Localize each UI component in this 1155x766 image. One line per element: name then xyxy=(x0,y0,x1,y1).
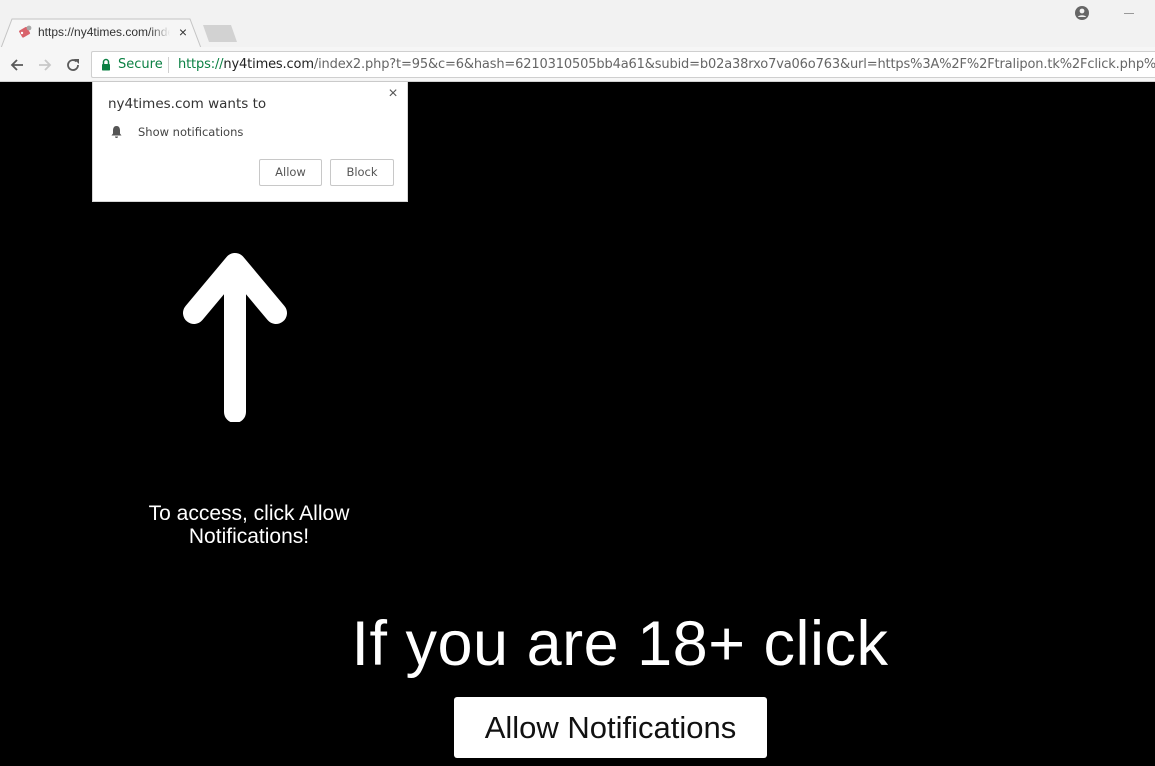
minimize-icon[interactable] xyxy=(1119,4,1139,22)
close-icon[interactable]: × xyxy=(385,84,401,104)
notification-permission-prompt: ny4times.com wants to × Show notificatio… xyxy=(92,82,408,202)
forward-arrow-icon[interactable] xyxy=(35,55,55,75)
profile-icon[interactable] xyxy=(1074,5,1090,21)
url-text[interactable]: https://ny4times.com/index2.php?t=95&c=6… xyxy=(178,57,1155,72)
tab-close-icon[interactable]: × xyxy=(176,24,190,40)
favicon-icon xyxy=(19,25,32,38)
new-tab-button[interactable] xyxy=(203,25,237,42)
url-host: ny4times.com xyxy=(223,57,314,72)
security-chip[interactable]: Secure xyxy=(118,57,163,72)
allow-notifications-button[interactable]: Allow Notifications xyxy=(454,697,767,758)
reload-icon[interactable] xyxy=(63,55,83,75)
url-path: /index2.php?t=95&c=6&hash=6210310505bb4a… xyxy=(313,57,1155,72)
permission-label: Show notifications xyxy=(138,125,244,139)
instruction-text: To access, click Allow Notifications! xyxy=(148,502,350,548)
omnibox-divider xyxy=(168,57,169,73)
url-scheme: https:// xyxy=(178,57,224,72)
age-headline: If you are 18+ click xyxy=(351,609,889,679)
address-bar[interactable]: Secure https://ny4times.com/index2.php?t… xyxy=(91,51,1155,78)
allow-button[interactable]: Allow xyxy=(259,159,322,186)
tab-title[interactable]: https://ny4times.com/index2.php xyxy=(38,25,170,41)
bell-icon xyxy=(111,126,122,138)
prompt-title: ny4times.com wants to xyxy=(108,96,267,112)
block-button[interactable]: Block xyxy=(330,159,394,186)
browser-toolbar: Secure https://ny4times.com/index2.php?t… xyxy=(0,47,1155,82)
back-arrow-icon[interactable] xyxy=(7,55,27,75)
up-arrow-icon xyxy=(183,253,287,422)
browser-titlebar: https://ny4times.com/index2.php × xyxy=(0,0,1155,48)
lock-icon xyxy=(102,58,110,71)
